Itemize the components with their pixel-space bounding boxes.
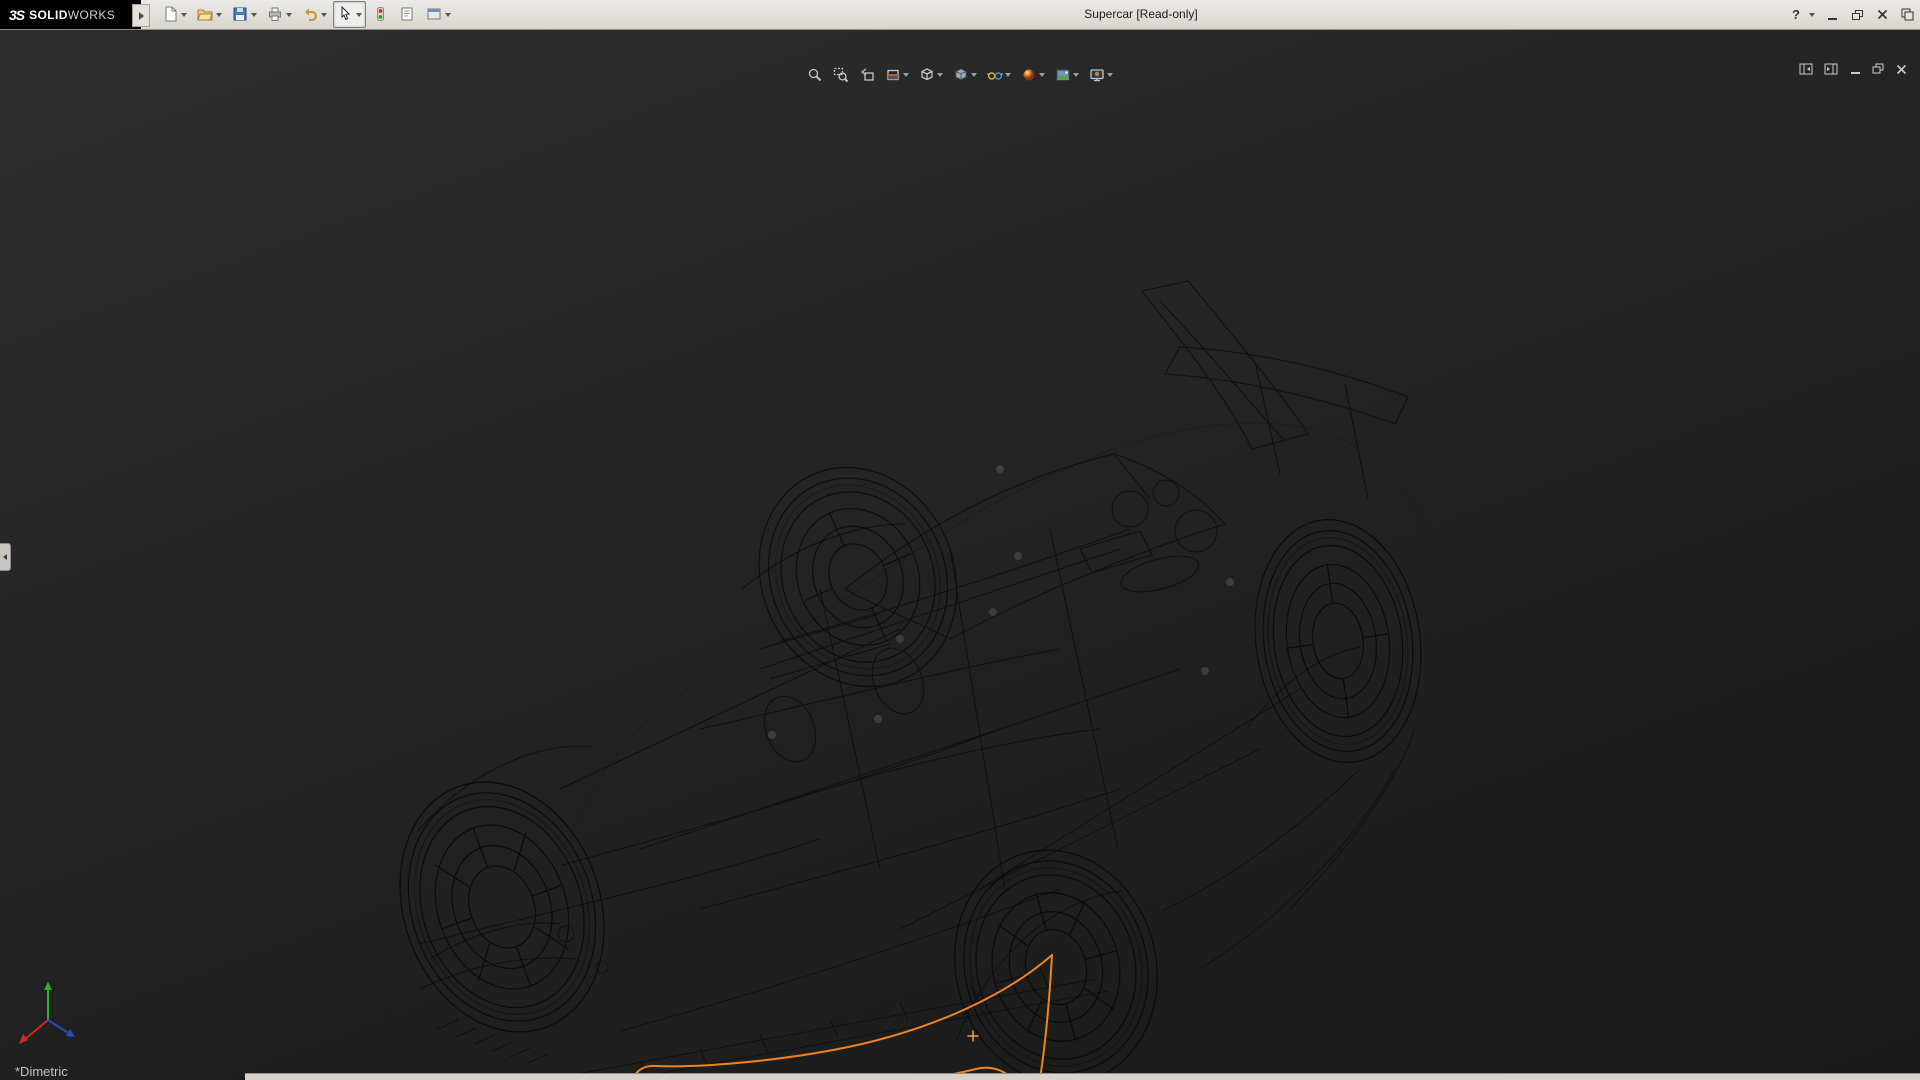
- stoplight-button[interactable]: [368, 1, 393, 28]
- menu-expander-button[interactable]: [132, 4, 150, 27]
- main-toolbar: [158, 1, 455, 28]
- chevron-down-icon[interactable]: [1005, 73, 1011, 77]
- zoom-to-area-icon: [833, 67, 849, 83]
- zoom-to-fit-button[interactable]: [804, 63, 826, 87]
- stoplight-icon: [372, 6, 389, 23]
- chevron-down-icon[interactable]: [321, 13, 327, 17]
- minimize-icon: [1828, 18, 1837, 20]
- save-button[interactable]: [228, 1, 261, 28]
- select-button[interactable]: [333, 1, 366, 28]
- chevron-down-icon[interactable]: [1107, 73, 1113, 77]
- restore-button[interactable]: [1849, 7, 1865, 23]
- open-button[interactable]: [193, 1, 226, 28]
- edit-appearance-button[interactable]: [1018, 63, 1048, 87]
- solidworks-window: *Dimetric 3S SOLIDWORKS: [0, 0, 1920, 1080]
- reference-triad: [14, 976, 86, 1050]
- brand-name: SOLIDWORKS: [29, 8, 115, 22]
- collapsed-panel-tab[interactable]: [0, 543, 11, 571]
- rear-right-wheel: [1240, 509, 1436, 773]
- zoom-to-area-button[interactable]: [830, 63, 852, 87]
- close-button[interactable]: [1874, 7, 1890, 23]
- help-chevron-icon[interactable]: [1809, 13, 1815, 17]
- chevron-down-icon[interactable]: [286, 13, 292, 17]
- minimize-button[interactable]: [1824, 7, 1840, 23]
- previous-view-button[interactable]: [856, 63, 878, 87]
- display-style-icon: [953, 67, 969, 83]
- chevron-down-icon[interactable]: [445, 13, 451, 17]
- document-properties-button[interactable]: [395, 1, 420, 28]
- view-orientation-label: *Dimetric: [15, 1064, 68, 1079]
- print-icon: [267, 6, 284, 23]
- chevron-down-icon[interactable]: [903, 73, 909, 77]
- task-pane-button[interactable]: [1899, 7, 1915, 23]
- pane-toggle-left-icon[interactable]: [1799, 63, 1814, 76]
- minimize-document-icon[interactable]: [1849, 63, 1862, 76]
- task-pane-icon: [1901, 8, 1914, 21]
- edit-appearance-icon: [1021, 67, 1037, 83]
- open-icon: [197, 6, 214, 23]
- window-controls: ?: [1792, 0, 1915, 29]
- front-right-wheel: [725, 436, 992, 719]
- chevron-down-icon[interactable]: [1073, 73, 1079, 77]
- title-bar: 3S SOLIDWORKS: [0, 0, 1920, 30]
- view-orientation-button[interactable]: [916, 63, 946, 87]
- document-properties-icon: [399, 6, 416, 23]
- print-button[interactable]: [263, 1, 296, 28]
- section-view-button[interactable]: [882, 63, 912, 87]
- status-bar: [245, 1073, 1920, 1080]
- restore-icon: [1852, 10, 1862, 19]
- chevron-down-icon[interactable]: [937, 73, 943, 77]
- document-window-controls: [1799, 63, 1908, 76]
- chevron-down-icon[interactable]: [1039, 73, 1045, 77]
- close-icon: [1877, 9, 1888, 20]
- new-document-icon: [162, 6, 179, 23]
- undo-button[interactable]: [298, 1, 331, 28]
- chevron-down-icon[interactable]: [251, 13, 257, 17]
- select-cursor-icon: [337, 6, 354, 23]
- chevron-down-icon[interactable]: [181, 13, 187, 17]
- solidworks-logo: 3S SOLIDWORKS: [0, 0, 141, 29]
- view-orientation-icon: [919, 67, 935, 83]
- wireframe-model[interactable]: [0, 29, 1920, 1080]
- heads-up-view-toolbar: [804, 63, 1116, 87]
- view-settings-icon: [1089, 67, 1105, 83]
- close-document-icon[interactable]: [1895, 63, 1908, 76]
- display-style-button[interactable]: [950, 63, 980, 87]
- chevron-down-icon[interactable]: [216, 13, 222, 17]
- highlighted-sketch[interactable]: [632, 955, 1052, 1080]
- new-document-button[interactable]: [158, 1, 191, 28]
- apply-scene-button[interactable]: [1052, 63, 1082, 87]
- zoom-to-fit-icon: [807, 67, 823, 83]
- front-left-wheel: [366, 753, 638, 1061]
- undo-icon: [302, 6, 319, 23]
- pane-toggle-right-icon[interactable]: [1824, 63, 1839, 76]
- restore-document-icon[interactable]: [1872, 63, 1885, 76]
- help-button[interactable]: ?: [1792, 7, 1800, 22]
- window-title: Supercar [Read-only]: [1084, 0, 1197, 29]
- save-icon: [232, 6, 249, 23]
- options-button[interactable]: [422, 1, 455, 28]
- options-icon: [426, 6, 443, 23]
- hide-show-items-icon: [987, 67, 1003, 83]
- previous-view-icon: [859, 67, 875, 83]
- section-view-icon: [885, 67, 901, 83]
- hide-show-items-button[interactable]: [984, 63, 1014, 87]
- model-viewport[interactable]: *Dimetric: [0, 29, 1920, 1080]
- chevron-down-icon[interactable]: [356, 13, 362, 17]
- rear-left-wheel: [929, 827, 1183, 1080]
- view-settings-button[interactable]: [1086, 63, 1116, 87]
- chevron-down-icon[interactable]: [971, 73, 977, 77]
- apply-scene-icon: [1055, 67, 1071, 83]
- 3ds-logo-mark: 3S: [9, 7, 24, 23]
